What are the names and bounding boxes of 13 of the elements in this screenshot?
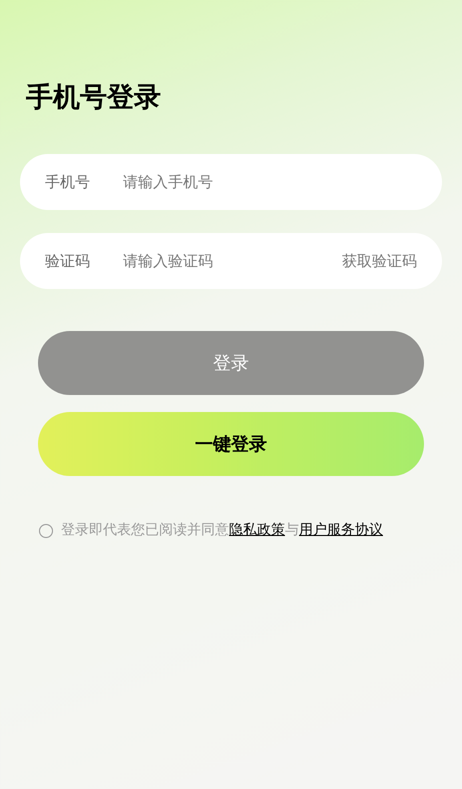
user-agreement-link[interactable]: 用户服务协议 bbox=[299, 522, 383, 538]
privacy-policy-link[interactable]: 隐私政策 bbox=[229, 522, 285, 538]
field-label: 手机号 bbox=[45, 172, 91, 193]
one-click-login-button[interactable]: 一键登录 bbox=[38, 412, 424, 476]
field-label: 验证码 bbox=[45, 250, 91, 272]
radio-button[interactable] bbox=[39, 524, 53, 538]
text-input[interactable]: 请输入验证码 bbox=[123, 250, 342, 272]
get-code-button[interactable]: 获取验证码 bbox=[342, 250, 417, 272]
input-field[interactable]: 验证码 请输入验证码 获取验证码 bbox=[20, 233, 442, 289]
page-title: 手机号登录 bbox=[26, 81, 161, 115]
agreement-text: 登录即代表您已阅读并同意隐私政策与用户服务协议 bbox=[61, 521, 383, 540]
text-input[interactable]: 请输入手机号 bbox=[123, 170, 417, 194]
input-field[interactable]: 手机号 请输入手机号 bbox=[20, 154, 442, 210]
